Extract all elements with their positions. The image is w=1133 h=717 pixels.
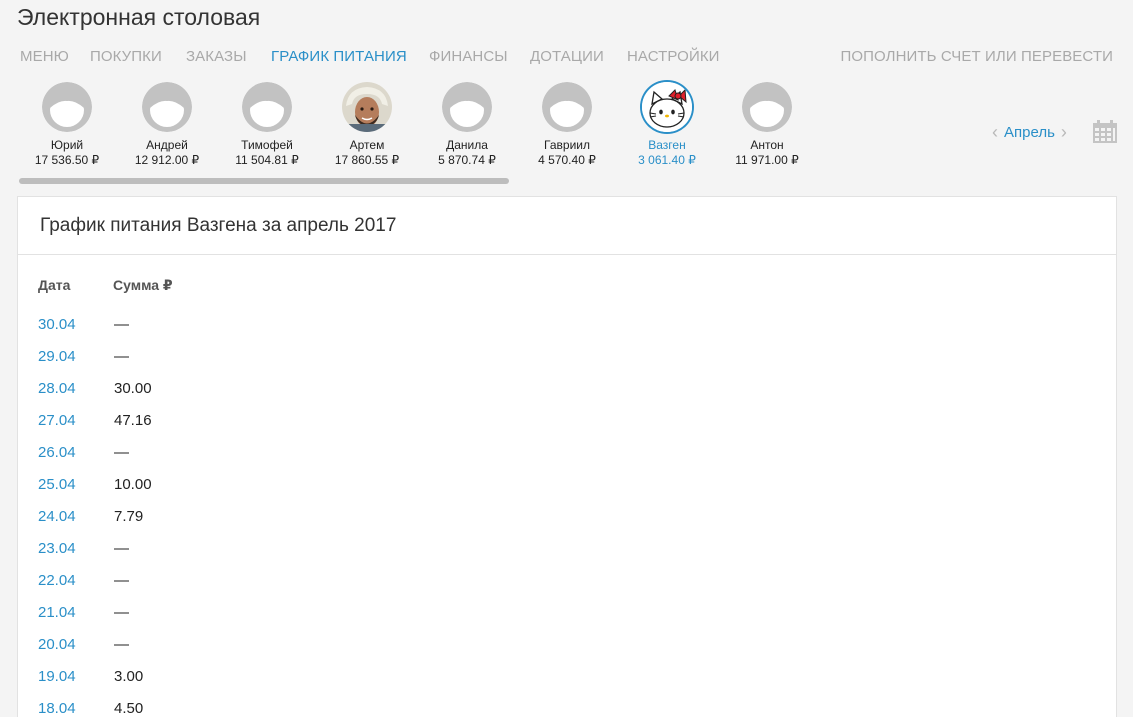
row-sum: 3.00 <box>114 668 144 685</box>
month-label[interactable]: Апрель <box>1004 124 1055 141</box>
table-row: 25.04 10.00 <box>38 473 438 505</box>
profile-name: Тимофей <box>241 138 293 152</box>
month-switcher: ‹ Апрель › <box>992 122 1067 142</box>
default-avatar-icon <box>442 82 492 132</box>
nav-item-subsidies[interactable]: ДОТАЦИИ <box>530 48 604 65</box>
row-date-link[interactable]: 22.04 <box>38 572 76 589</box>
row-sum: — <box>114 316 129 333</box>
profile-name: Юрий <box>50 138 84 152</box>
row-sum: — <box>114 348 129 365</box>
nav-item-orders[interactable]: ЗАКАЗЫ <box>186 48 247 65</box>
chevron-right-icon[interactable]: › <box>1061 123 1067 141</box>
profile-balance: 3 061.40 ₽ <box>638 153 696 167</box>
row-sum: — <box>114 636 129 653</box>
meal-schedule-card: График питания Вазгена за апрель 2017 Да… <box>17 196 1117 717</box>
cat-bow-avatar <box>642 82 692 132</box>
row-sum: 4.50 <box>114 700 144 717</box>
table-row: 18.04 4.50 <box>38 697 438 717</box>
app-title: Электронная столовая <box>17 4 261 30</box>
row-sum: — <box>114 444 129 461</box>
nav-item-settings[interactable]: НАСТРОЙКИ <box>627 48 720 65</box>
row-sum: 47.16 <box>114 412 152 429</box>
profile-name: Вазген <box>648 138 686 152</box>
nav-item-menu[interactable]: МЕНЮ <box>20 48 69 65</box>
profile-card[interactable]: Гавриил 4 570.40 ₽ <box>517 82 617 168</box>
row-date-link[interactable]: 24.04 <box>38 508 76 525</box>
profile-card[interactable]: Артем 17 860.55 ₽ <box>317 82 417 168</box>
row-date-link[interactable]: 27.04 <box>38 412 76 429</box>
card-title: График питания Вазгена за апрель 2017 <box>18 197 1116 255</box>
row-date-link[interactable]: 18.04 <box>38 700 76 717</box>
row-sum: 30.00 <box>114 380 152 397</box>
table-row: 29.04 — <box>38 345 438 377</box>
row-sum: — <box>114 540 129 557</box>
profile-card[interactable]: Антон 11 971.00 ₽ <box>717 82 817 168</box>
column-header-date: Дата <box>38 277 71 293</box>
profile-name: Данила <box>446 138 488 152</box>
row-date-link[interactable]: 29.04 <box>38 348 76 365</box>
profile-card[interactable]: Андрей 12 912.00 ₽ <box>117 82 217 168</box>
profile-list: Юрий 17 536.50 ₽ Андрей 12 912.00 ₽ Тимо… <box>17 82 817 192</box>
chevron-left-icon[interactable]: ‹ <box>992 123 998 141</box>
row-date-link[interactable]: 21.04 <box>38 604 76 621</box>
calendar-icon[interactable] <box>1092 120 1118 149</box>
nav-item-meal-schedule[interactable]: ГРАФИК ПИТАНИЯ <box>271 48 407 65</box>
row-sum: 7.79 <box>114 508 144 525</box>
nav-item-purchases[interactable]: ПОКУПКИ <box>90 48 162 65</box>
table-row: 19.04 3.00 <box>38 665 438 697</box>
table-row: 24.04 7.79 <box>38 505 438 537</box>
schedule-rows: 30.04 — 29.04 — 28.04 30.00 27.04 47.16 … <box>38 313 438 717</box>
table-row: 30.04 — <box>38 313 438 345</box>
profile-balance: 17 860.55 ₽ <box>334 153 400 167</box>
default-avatar-icon <box>42 82 92 132</box>
row-date-link[interactable]: 30.04 <box>38 316 76 333</box>
row-date-link[interactable]: 26.04 <box>38 444 76 461</box>
row-sum: 10.00 <box>114 476 152 493</box>
photo-avatar <box>342 82 392 132</box>
profile-card-selected[interactable]: Вазген 3 061.40 ₽ <box>617 82 717 168</box>
profile-balance: 17 536.50 ₽ <box>34 153 100 167</box>
table-row: 21.04 — <box>38 601 438 633</box>
profiles-scrollbar[interactable] <box>19 178 509 184</box>
row-date-link[interactable]: 23.04 <box>38 540 76 557</box>
profile-card[interactable]: Тимофей 11 504.81 ₽ <box>217 82 317 168</box>
table-row: 27.04 47.16 <box>38 409 438 441</box>
table-row: 22.04 — <box>38 569 438 601</box>
table-row: 28.04 30.00 <box>38 377 438 409</box>
table-row: 23.04 — <box>38 537 438 569</box>
profile-balance: 11 504.81 ₽ <box>235 153 299 167</box>
default-avatar-icon <box>142 82 192 132</box>
profile-card[interactable]: Данила 5 870.74 ₽ <box>417 82 517 168</box>
profile-balance: 5 870.74 ₽ <box>438 153 496 167</box>
row-date-link[interactable]: 20.04 <box>38 636 76 653</box>
table-row: 20.04 — <box>38 633 438 665</box>
main-nav: МЕНЮ ПОКУПКИ ЗАКАЗЫ ГРАФИК ПИТАНИЯ ФИНАН… <box>20 48 1113 68</box>
profile-name: Антон <box>750 138 784 152</box>
default-avatar-icon <box>542 82 592 132</box>
profile-card[interactable]: Юрий 17 536.50 ₽ <box>17 82 117 168</box>
top-up-link[interactable]: ПОПОЛНИТЬ СЧЕТ ИЛИ ПЕРЕВЕСТИ <box>841 48 1114 65</box>
profile-name: Гавриил <box>544 138 590 152</box>
profile-balance: 4 570.40 ₽ <box>538 153 596 167</box>
default-avatar-icon <box>742 82 792 132</box>
profile-name: Артем <box>349 138 385 152</box>
row-date-link[interactable]: 25.04 <box>38 476 76 493</box>
row-sum: — <box>114 572 129 589</box>
row-sum: — <box>114 604 129 621</box>
row-date-link[interactable]: 28.04 <box>38 380 76 397</box>
row-date-link[interactable]: 19.04 <box>38 668 76 685</box>
profile-name: Андрей <box>146 138 188 152</box>
column-header-sum: Сумма ₽ <box>113 277 173 293</box>
default-avatar-icon <box>242 82 292 132</box>
table-row: 26.04 — <box>38 441 438 473</box>
profile-balance: 12 912.00 ₽ <box>134 153 200 167</box>
profile-balance: 11 971.00 ₽ <box>735 153 799 167</box>
nav-item-finance[interactable]: ФИНАНСЫ <box>429 48 508 65</box>
